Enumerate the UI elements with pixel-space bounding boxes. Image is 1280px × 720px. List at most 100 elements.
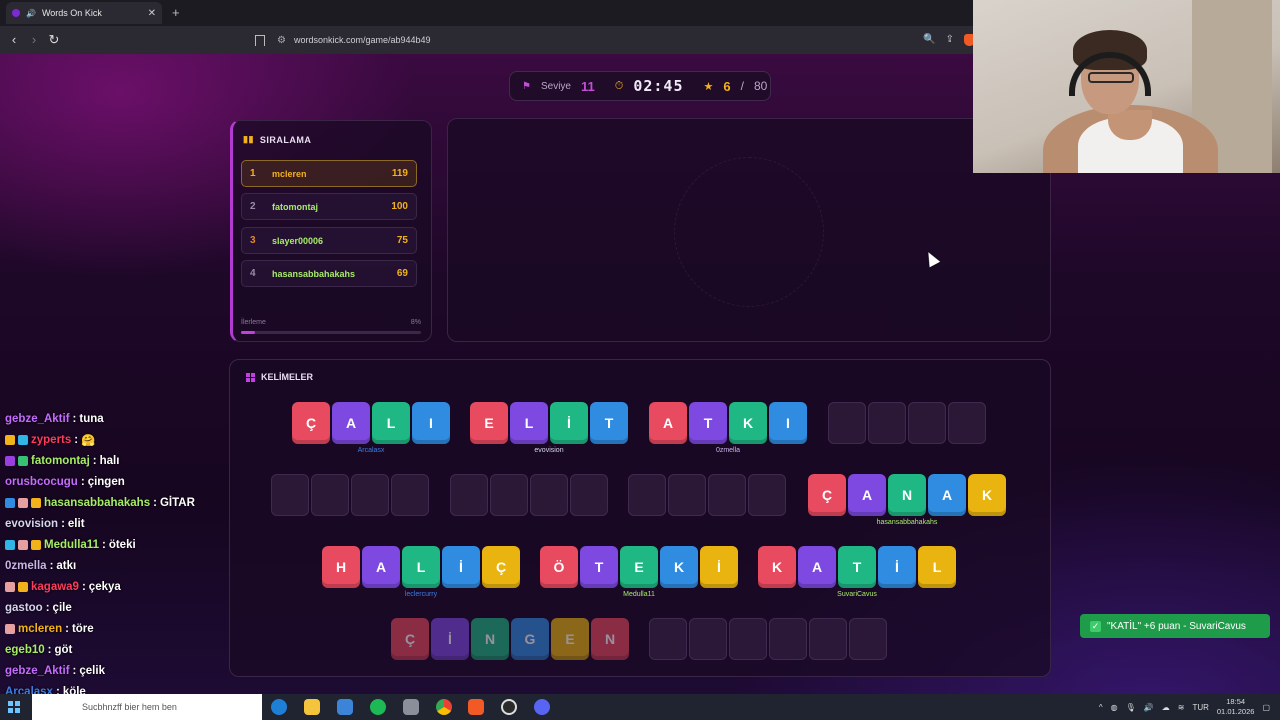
chat-separator: :	[72, 412, 77, 425]
found-word: ATKI	[649, 402, 807, 444]
windows-start-icon[interactable]	[8, 701, 20, 713]
found-word: ÇALI	[292, 402, 450, 444]
progress-fill	[241, 331, 256, 334]
calculator-icon[interactable]	[403, 699, 419, 715]
chat-username: hasansabbahakahs	[44, 496, 151, 509]
chevron-up-icon[interactable]: ^	[1099, 703, 1103, 712]
found-word: ÇANAK	[808, 474, 1006, 516]
new-tab-button[interactable]: +	[172, 5, 180, 20]
chat-message: orusbcocugu: çingen	[5, 471, 245, 492]
chat-separator: :	[45, 601, 50, 614]
folder-icon[interactable]	[304, 699, 320, 715]
letter-tile: E	[551, 618, 589, 660]
empty-letter-tile	[311, 474, 349, 516]
letter-tile: L	[372, 402, 410, 444]
chat-text: tuna	[79, 412, 104, 425]
letter-wheel[interactable]	[674, 157, 824, 307]
taskbar-search[interactable]: Sucbhnzff bier hem ben	[32, 694, 262, 720]
url-text[interactable]: wordsonkick.com/game/ab944b49	[294, 35, 431, 45]
windows-taskbar: Sucbhnzff bier hem ben ^ ◍ 🎙 🔊 ☁ ≋ TUR 1…	[0, 694, 1280, 720]
edge-icon[interactable]	[271, 699, 287, 715]
letter-tile: A	[848, 474, 886, 516]
chrome-icon[interactable]	[436, 699, 452, 715]
obs-icon[interactable]	[501, 699, 517, 715]
ranking-row: 2 fatomontaj 100	[241, 193, 417, 220]
tab-close-icon[interactable]: ✕	[148, 8, 156, 19]
chat-username: 0zmella	[5, 559, 47, 572]
bookmark-icon[interactable]	[255, 34, 265, 46]
letter-tile: L	[510, 402, 548, 444]
letter-tile: Ç	[482, 546, 520, 588]
rank-position: 1	[250, 168, 256, 179]
word-owner: leclercurry	[404, 591, 438, 598]
volume-icon[interactable]: 🔊	[1144, 703, 1154, 712]
letter-tile: A	[798, 546, 836, 588]
chat-username: zyperts	[31, 433, 72, 446]
clock[interactable]: 18:54 01.01.2026	[1217, 697, 1255, 717]
wifi-icon[interactable]: ≋	[1178, 703, 1185, 712]
network-icon[interactable]: ◍	[1111, 703, 1118, 712]
chat-badge-icon	[5, 455, 15, 466]
chat-separator: :	[153, 496, 157, 509]
chat-message: gebze_Aktif: çelik	[5, 660, 245, 681]
progress-bar	[241, 331, 421, 334]
discord-icon[interactable]	[534, 699, 550, 715]
chat-text: çekya	[88, 580, 121, 593]
rank-player-name: hasansabbahakahs	[272, 268, 356, 279]
chat-username: egeb10	[5, 643, 45, 656]
letter-tile: İ	[878, 546, 916, 588]
letter-tile: A	[649, 402, 687, 444]
letter-tile: A	[332, 402, 370, 444]
empty-letter-tile	[351, 474, 389, 516]
zoom-icon[interactable]: 🔍	[923, 34, 935, 46]
letter-tile: İ	[431, 618, 469, 660]
chat-text: 🤗	[81, 434, 96, 447]
chat-badge-icon	[18, 497, 28, 508]
forward-button[interactable]: ›	[26, 32, 42, 47]
clock-time: 18:54	[1226, 697, 1246, 706]
rank-points: 75	[396, 235, 408, 246]
chat-text: halı	[99, 454, 120, 467]
letter-tile: Ö	[540, 546, 578, 588]
empty-letter-tile	[729, 618, 767, 660]
letter-wheel-panel[interactable]	[447, 118, 1051, 342]
empty-word-slot	[271, 474, 429, 516]
speaker-icon[interactable]: 🔊	[26, 9, 36, 18]
microphone-icon[interactable]: 🎙	[1126, 703, 1136, 712]
store-icon[interactable]	[337, 699, 353, 715]
webcam-overlay	[973, 0, 1280, 173]
cloud-icon[interactable]: ☁	[1162, 703, 1170, 712]
empty-letter-tile	[628, 474, 666, 516]
score-separator: /	[740, 79, 744, 93]
rank-position: 2	[250, 201, 256, 212]
letter-tile: E	[470, 402, 508, 444]
share-icon[interactable]: ⇪	[946, 34, 954, 46]
ranking-header: ▮▮ SIRALAMA	[243, 134, 311, 145]
site-settings-icon[interactable]: ⚙	[277, 35, 286, 46]
letter-tile: T	[580, 546, 618, 588]
letter-tile: T	[838, 546, 876, 588]
notification-icon[interactable]: ▢	[1262, 703, 1270, 712]
empty-letter-tile	[828, 402, 866, 444]
chat-text: öteki	[108, 538, 136, 551]
found-word: KATİL	[758, 546, 956, 588]
chat-separator: :	[101, 538, 106, 551]
ranking-title: SIRALAMA	[259, 134, 312, 145]
address-bar[interactable]: ⚙ wordsonkick.com/game/ab944b49 🔍 ⇪	[255, 29, 975, 51]
taskbar-search-text[interactable]: Sucbhnzff bier hem ben	[82, 702, 177, 712]
reload-button[interactable]: ↻	[46, 32, 62, 48]
rank-points: 69	[396, 268, 408, 279]
brave-icon[interactable]	[468, 699, 484, 715]
letter-tile: H	[322, 546, 360, 588]
spotify-icon[interactable]	[370, 699, 386, 715]
letter-tile: N	[591, 618, 629, 660]
word-owner: Arcalasx	[357, 447, 385, 454]
chat-badge-icon	[31, 539, 41, 550]
clock-date: 01.01.2026	[1216, 707, 1255, 716]
language-indicator[interactable]: TUR	[1192, 703, 1208, 712]
back-button[interactable]: ‹	[6, 32, 22, 47]
word-owner: evovision	[534, 447, 564, 454]
level-value: 11	[580, 78, 595, 94]
browser-tab[interactable]: 🔊 Words On Kick ✕	[6, 2, 162, 24]
score-value: 6	[723, 78, 731, 94]
